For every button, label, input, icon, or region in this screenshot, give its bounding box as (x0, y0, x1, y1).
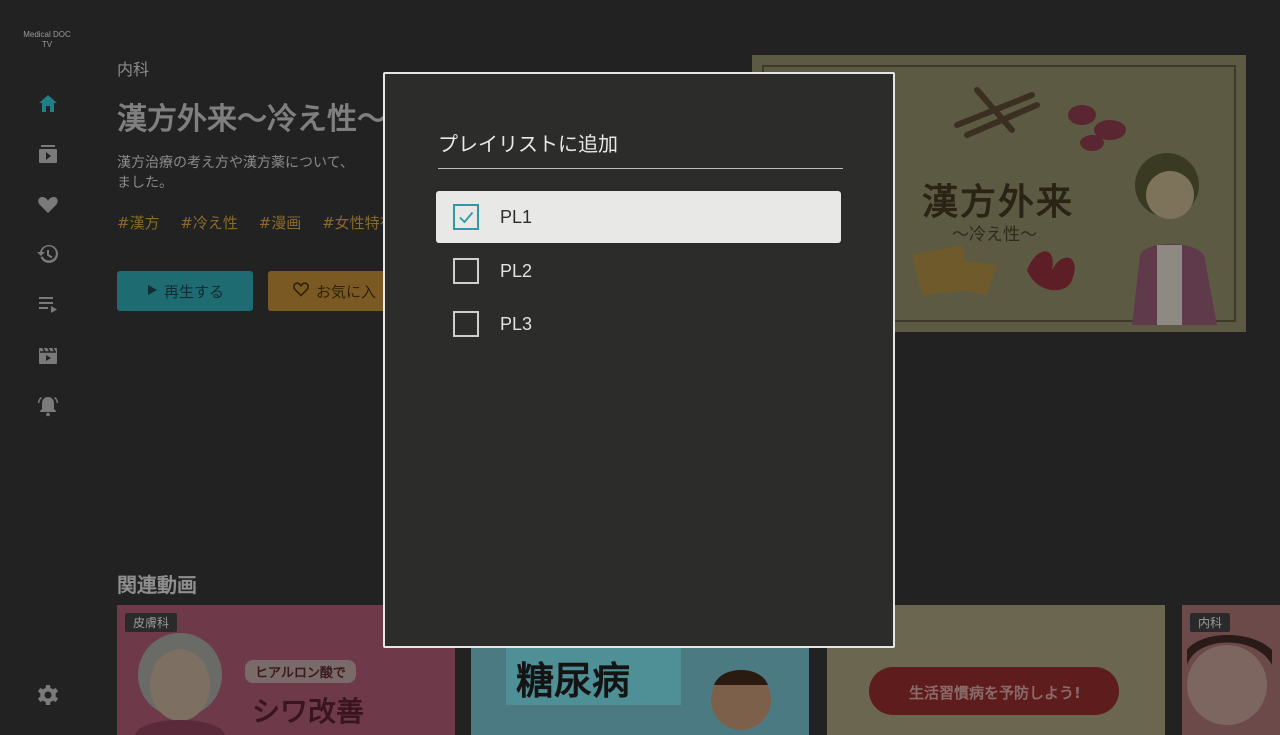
woman-face-illustration (135, 633, 225, 735)
hero-subtitle: 〜冷え性〜 (952, 225, 1037, 245)
pepper-illustration (1027, 251, 1075, 291)
play-button-label: 再生する (163, 282, 224, 301)
tag[interactable]: #冷え性 (180, 214, 238, 232)
logo-line-2: TV (41, 40, 53, 49)
app-logo: Medical DOC TV (14, 30, 80, 50)
video-tags: #漢方 #冷え性 #漫画 #女性特有 (117, 212, 387, 233)
home-icon[interactable] (36, 92, 60, 116)
related-caption: 糖尿病 (516, 659, 631, 703)
video-category: 内科 (117, 60, 150, 79)
playlist-label: PL1 (500, 206, 533, 227)
dialog-divider (438, 168, 843, 169)
woman-illustration (1132, 153, 1217, 325)
man-illustration (711, 670, 771, 730)
video-title: 漢方外来〜冷え性〜 (117, 102, 387, 137)
playlist-checkbox[interactable] (453, 204, 479, 230)
related-caption: ヒアルロン酸で (245, 660, 356, 683)
herb-illustration (954, 87, 1040, 138)
playlist-checkbox[interactable] (453, 311, 479, 337)
related-badge: 皮膚科 (125, 613, 178, 632)
tag[interactable]: #漫画 (259, 214, 302, 232)
library-icon[interactable] (36, 142, 60, 166)
favorite-button-label: お気に入 (316, 282, 377, 301)
video-icon[interactable] (36, 344, 60, 368)
playlist-label: PL3 (500, 313, 533, 334)
favorite-button[interactable]: お気に入 (268, 271, 388, 311)
related-caption: 生活習慣病を予防しよう! (909, 684, 1081, 702)
add-to-playlist-dialog: プレイリストに追加 PL1 PL2 PL3 (383, 72, 895, 648)
sidebar: Medical DOC TV (0, 0, 96, 720)
hero-title: 漢方外来 (922, 182, 1075, 223)
logo-line-1: Medical DOC (23, 30, 71, 39)
gear-icon[interactable] (36, 683, 60, 707)
playlist-item-pl2[interactable]: PL2 (436, 245, 841, 297)
bell-icon[interactable] (36, 394, 60, 418)
checkmark-icon (457, 208, 475, 226)
dialog-title: プレイリストに追加 (438, 132, 618, 156)
heart-icon[interactable] (36, 192, 60, 216)
play-icon (146, 282, 158, 300)
play-button[interactable]: 再生する (117, 271, 253, 311)
history-icon[interactable] (36, 242, 60, 266)
heart-outline-icon (292, 281, 310, 301)
description-line-1: 漢方治療の考え方や漢方薬について、 (117, 155, 354, 171)
playlist-icon[interactable] (36, 292, 60, 316)
root-illustration (912, 245, 997, 295)
playlist-checkbox[interactable] (453, 258, 479, 284)
tag[interactable]: #女性特有 (322, 214, 387, 232)
tag[interactable]: #漢方 (117, 214, 160, 232)
face-illustration (1187, 635, 1272, 725)
playlist-label: PL2 (500, 260, 533, 281)
video-description: 漢方治療の考え方や漢方薬について、 ました。 (117, 153, 387, 193)
description-line-2: ました。 (117, 175, 173, 191)
playlist-item-pl1[interactable]: PL1 (436, 191, 841, 243)
related-badge: 内科 (1190, 613, 1231, 632)
related-thumbnail[interactable]: 内科 (1182, 605, 1280, 735)
related-heading: 関連動画 (117, 573, 197, 597)
related-caption: シワ改善 (252, 695, 365, 728)
playlist-item-pl3[interactable]: PL3 (436, 298, 841, 350)
